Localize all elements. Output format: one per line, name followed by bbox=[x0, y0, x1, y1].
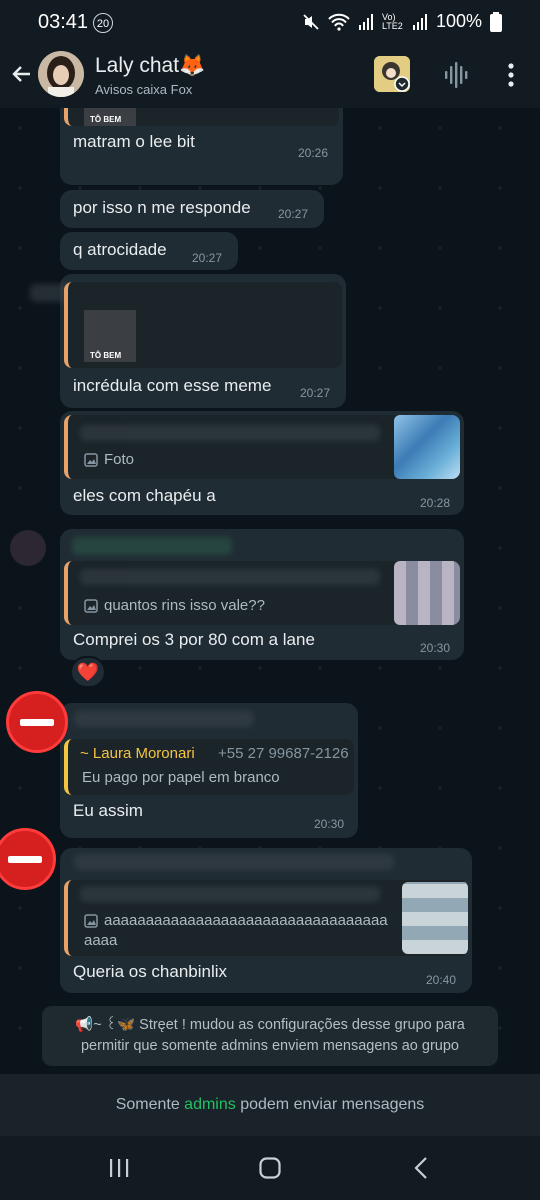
quoted-image-thumbnail[interactable] bbox=[402, 882, 468, 954]
redacted-sender bbox=[74, 711, 254, 727]
message-bubble[interactable]: aaaaaaaaaaaaaaaaaaaaaaaaaaaaaaaaaa aaaa … bbox=[60, 848, 472, 993]
banner-suffix: podem enviar mensagens bbox=[235, 1096, 425, 1113]
recents-icon[interactable] bbox=[107, 1156, 131, 1180]
more-options-icon[interactable] bbox=[503, 60, 519, 90]
photo-icon bbox=[84, 599, 98, 613]
message-time: 20:27 bbox=[192, 251, 223, 265]
system-notice: 📢~ ꒰🦋 Stręet ! mudou as configurações de… bbox=[42, 1006, 498, 1066]
quoted-message[interactable]: ~ Laura Moronari +55 27 99687-2126 Eu pa… bbox=[64, 739, 354, 795]
message-time: 20:27 bbox=[278, 207, 309, 221]
message-text: Eu assim bbox=[73, 801, 143, 820]
sticker-thumbnail[interactable]: TÔ BEM bbox=[84, 310, 136, 362]
message-time: 20:40 bbox=[426, 973, 457, 987]
message-text: eles com chapéu a bbox=[73, 486, 216, 505]
sticker-thumbnail[interactable]: TÔ BEM bbox=[84, 108, 136, 126]
back-arrow-icon[interactable] bbox=[10, 62, 34, 86]
message-list[interactable]: TÔ BEM matram o lee bit 20:26 por isso n… bbox=[0, 108, 540, 1074]
system-notice-line2: permitir que somente admins enviem mensa… bbox=[80, 1038, 459, 1054]
message-text: por isso n me responde bbox=[73, 198, 251, 217]
message-bubble[interactable]: ~ Laura Moronari +55 27 99687-2126 Eu pa… bbox=[60, 703, 358, 838]
photo-icon bbox=[84, 453, 98, 467]
notification-count-badge: 20 bbox=[93, 13, 113, 33]
banner-prefix: Somente bbox=[115, 1096, 185, 1113]
message-text: matram o lee bit bbox=[73, 132, 195, 151]
quoted-photo[interactable]: Foto bbox=[64, 415, 460, 479]
battery-icon bbox=[490, 11, 502, 32]
redacted-sender bbox=[72, 537, 232, 555]
quoted-author: ~ Laura Moronari bbox=[80, 745, 195, 762]
quoted-text: Foto bbox=[104, 451, 135, 468]
chat-header: Laly chat🦊 Avisos caixa Fox bbox=[0, 46, 540, 108]
redacted-author bbox=[80, 425, 380, 441]
message-text: q atrocidade bbox=[73, 240, 167, 259]
group-avatar[interactable] bbox=[38, 51, 84, 97]
signal-icon-2 bbox=[412, 13, 427, 30]
sender-avatar[interactable] bbox=[10, 530, 46, 566]
photo-icon bbox=[84, 914, 98, 928]
message-time: 20:28 bbox=[420, 496, 451, 510]
quoted-text: quantos rins isso vale?? bbox=[104, 597, 265, 614]
quoted-text: aaaaaaaaaaaaaaaaaaaaaaaaaaaaaaaaaa bbox=[104, 912, 388, 929]
sticker-text: TÔ BEM bbox=[90, 115, 122, 124]
admins-link[interactable]: admins bbox=[184, 1096, 236, 1113]
quoted-text-continued: aaaa bbox=[84, 932, 118, 949]
status-bar: 03:41 20 Vo) LTE2 100% bbox=[0, 0, 540, 46]
message-time: 20:27 bbox=[300, 386, 331, 400]
redacted-author bbox=[80, 886, 380, 902]
message-bubble[interactable]: Foto eles com chapéu a 20:28 bbox=[60, 411, 464, 515]
quoted-image-thumbnail[interactable] bbox=[394, 415, 460, 479]
system-nav-bar bbox=[0, 1136, 540, 1200]
message-time: 20:30 bbox=[314, 817, 345, 831]
quoted-photo[interactable]: quantos rins isso vale?? bbox=[64, 561, 460, 625]
sticker-text: TÔ BEM bbox=[90, 351, 122, 360]
message-bubble[interactable]: por isso n me responde 20:27 bbox=[60, 190, 324, 228]
group-sticker-button[interactable] bbox=[374, 56, 410, 92]
chat-title[interactable]: Laly chat🦊 bbox=[95, 54, 205, 78]
quoted-photo[interactable]: aaaaaaaaaaaaaaaaaaaaaaaaaaaaaaaaaa aaaa bbox=[64, 880, 468, 956]
message-time: 20:26 bbox=[298, 146, 329, 160]
chat-subtitle: Avisos caixa Fox bbox=[95, 82, 193, 97]
wifi-icon bbox=[328, 13, 350, 31]
message-bubble[interactable]: quantos rins isso vale?? Comprei os 3 po… bbox=[60, 529, 464, 660]
mute-icon bbox=[303, 13, 319, 30]
clock: 03:41 bbox=[38, 11, 89, 33]
battery-percent: 100% bbox=[435, 11, 482, 31]
voice-chat-icon[interactable] bbox=[441, 60, 471, 90]
message-text: incrédula com esse meme bbox=[73, 376, 272, 395]
system-notice-line1: 📢~ ꒰🦋 Stręet ! mudou as configurações de… bbox=[75, 1017, 465, 1033]
quoted-phone: +55 27 99687-2126 bbox=[218, 745, 349, 762]
message-time: 20:30 bbox=[420, 641, 451, 655]
status-icons: Vo) LTE2 100% bbox=[302, 11, 502, 32]
back-icon[interactable] bbox=[410, 1156, 434, 1180]
redacted-author bbox=[80, 569, 380, 585]
signal-icon bbox=[358, 13, 373, 30]
message-bubble[interactable]: TÔ BEM incrédula com esse meme 20:27 bbox=[30, 274, 346, 408]
quoted-image-thumbnail[interactable] bbox=[394, 561, 460, 625]
no-entry-sticker-icon bbox=[6, 691, 68, 753]
redacted-sender bbox=[74, 854, 394, 870]
message-bubble[interactable]: TÔ BEM matram o lee bit 20:26 bbox=[60, 108, 343, 185]
message-text: Comprei os 3 por 80 com a lane bbox=[73, 630, 315, 649]
volte-label: Vo) LTE2 bbox=[381, 11, 403, 31]
home-icon[interactable] bbox=[258, 1156, 282, 1180]
message-text: Queria os chanbinlix bbox=[73, 962, 228, 981]
admins-only-banner: Somente admins podem enviar mensagens bbox=[0, 1074, 540, 1136]
heart-reaction[interactable]: ❤️ bbox=[70, 656, 106, 688]
quoted-text: Eu pago por papel em branco bbox=[82, 769, 280, 786]
message-bubble[interactable]: q atrocidade 20:27 bbox=[60, 232, 238, 270]
